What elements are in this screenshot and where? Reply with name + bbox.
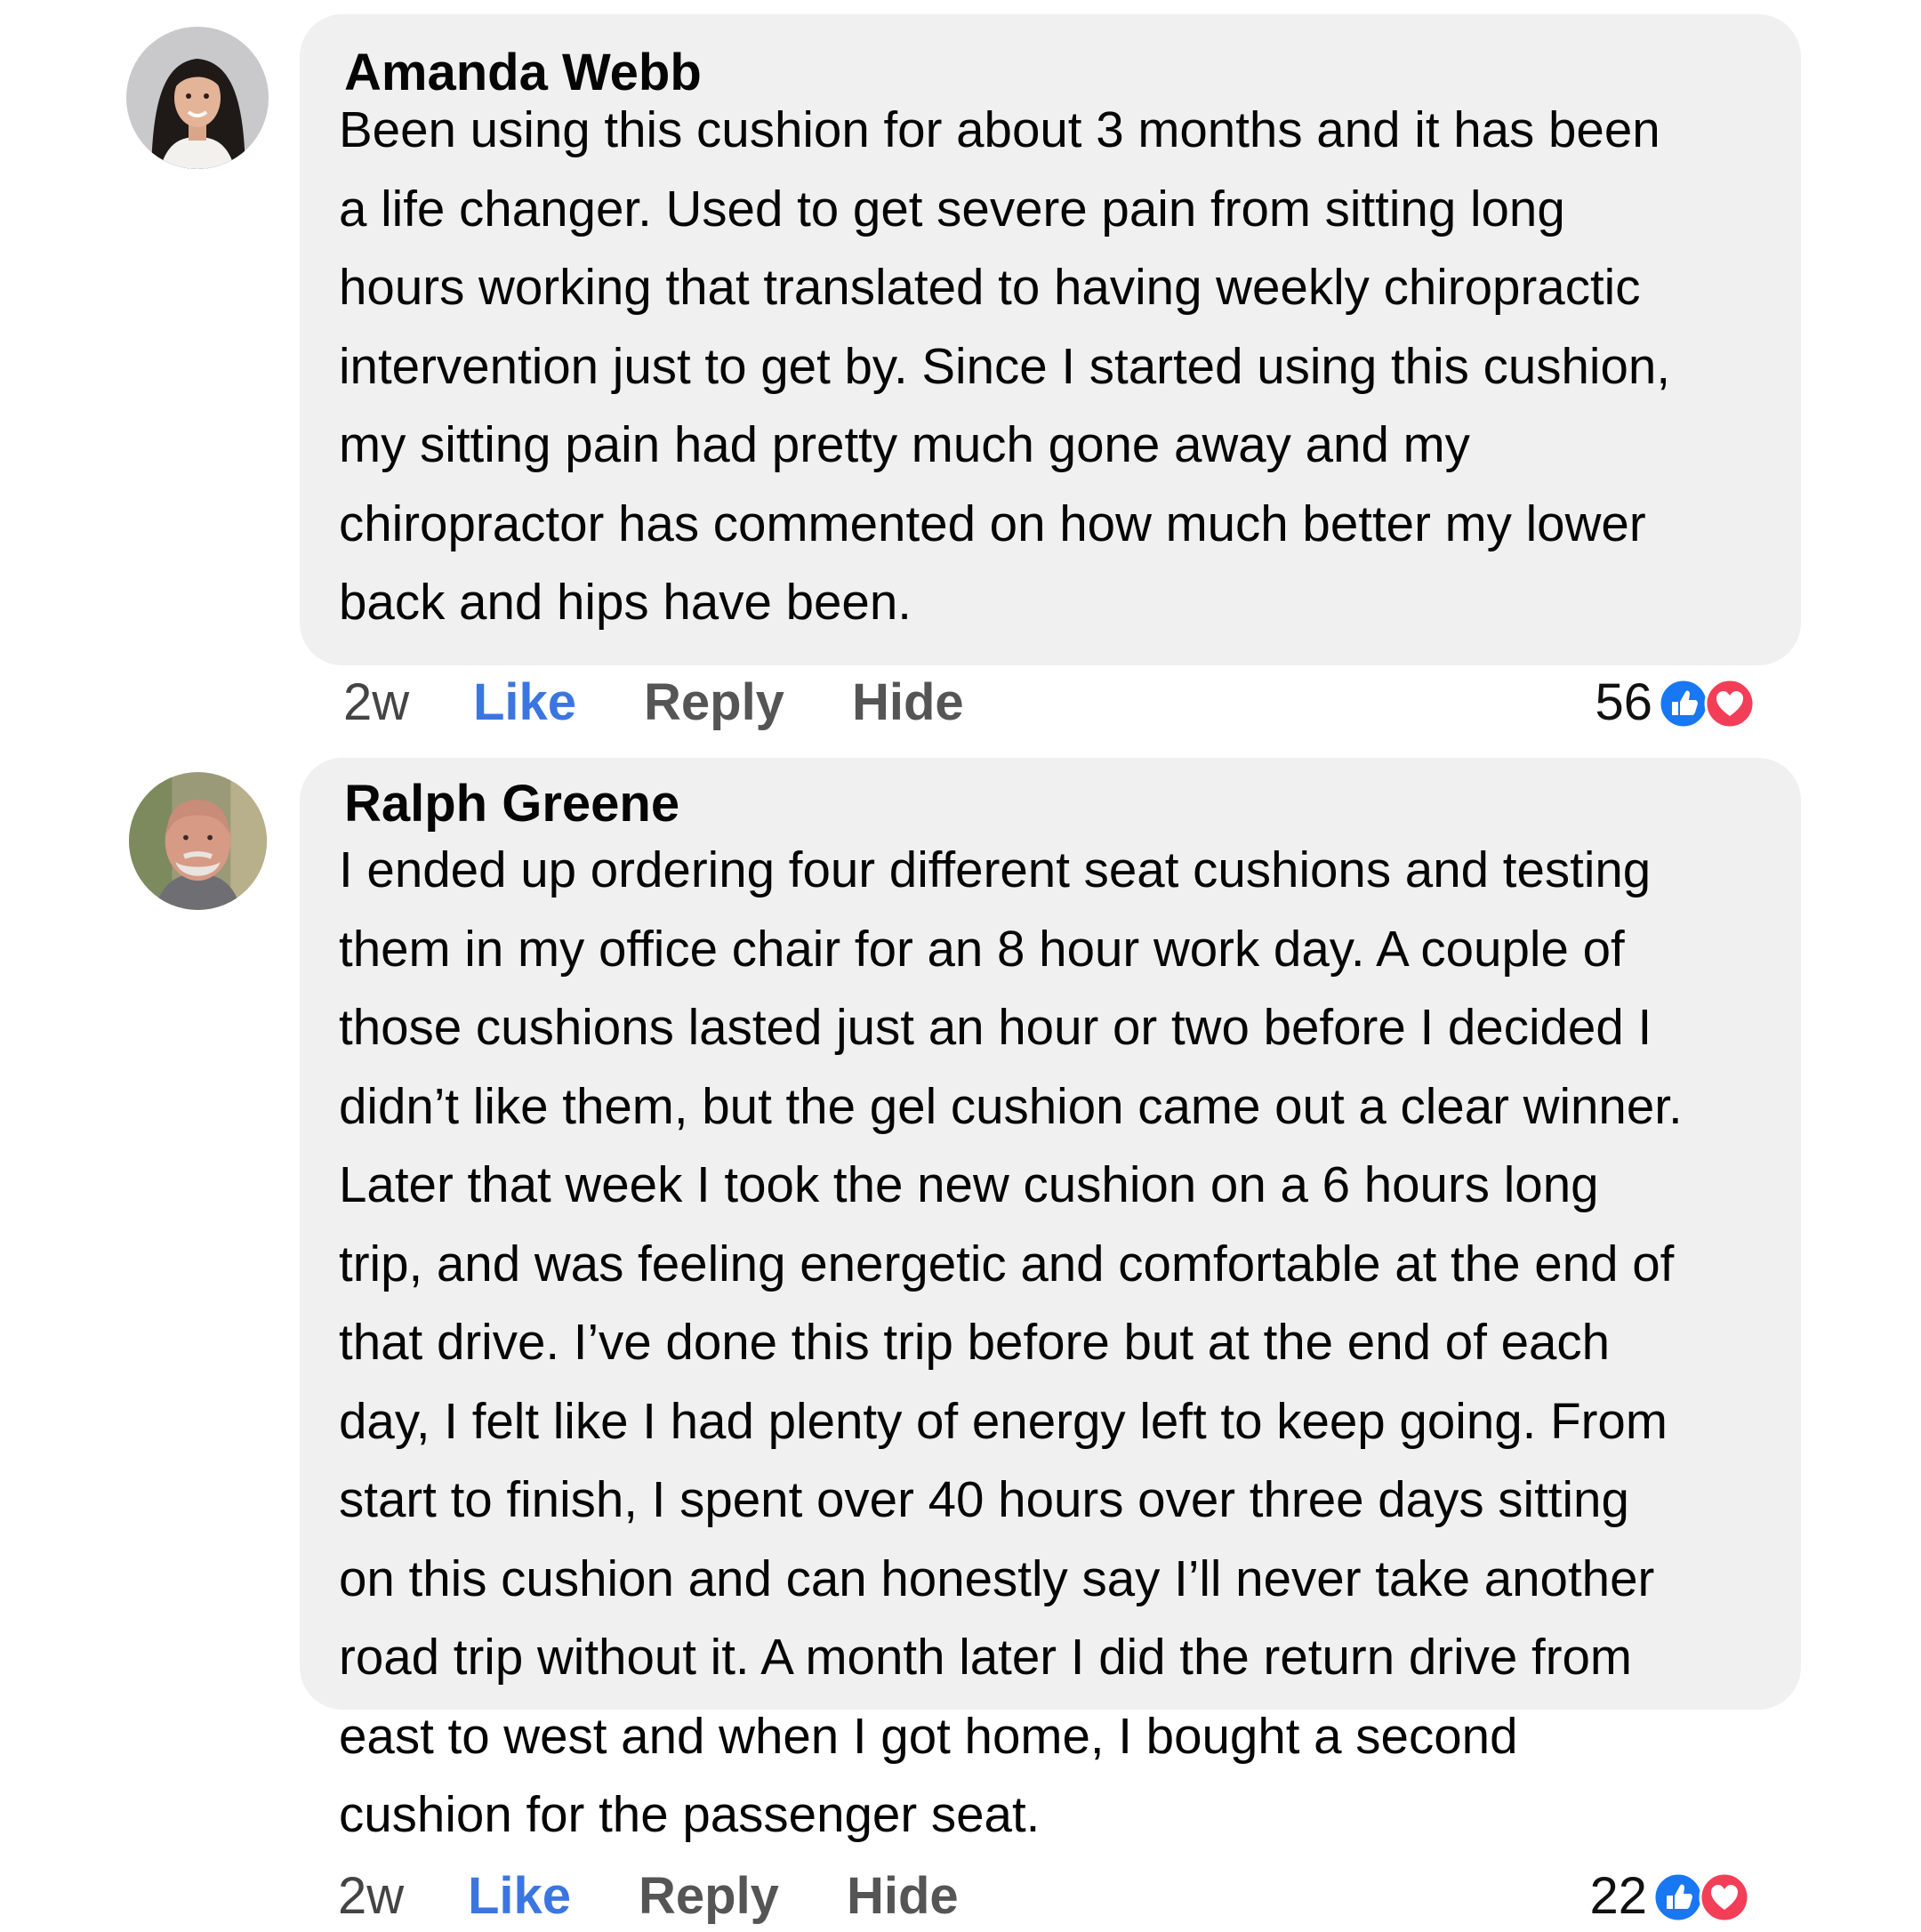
love-icon (1699, 1872, 1750, 1923)
comment-bubble: Ralph Greene I ended up ordering four di… (300, 758, 1801, 1842)
comment-text-line: Later that week I took the new cushion o… (339, 1156, 1599, 1212)
like-icon (1658, 678, 1709, 729)
comment-text: Been using this cushion for about 3 mont… (339, 91, 1806, 642)
avatar[interactable] (129, 772, 267, 910)
comment-text-line: back and hips have been. (339, 574, 912, 630)
comment-actions: 2w Like Reply Hide 22 (0, 1861, 1921, 1932)
love-icon (1704, 678, 1756, 729)
comment-actions: 2w Like Reply Hide 56 (0, 667, 1921, 738)
comment-text-line: a life changer. Used to get severe pain … (339, 180, 1565, 237)
avatar-photo-man (129, 772, 267, 910)
reply-button[interactable]: Reply (639, 1861, 779, 1932)
reaction-summary[interactable]: 22 (1578, 1861, 1761, 1932)
hide-button[interactable]: Hide (847, 1861, 959, 1932)
comment-text-line: hours working that translated to having … (339, 259, 1641, 315)
comment-timestamp[interactable]: 2w (338, 1861, 404, 1932)
comment-text-line: cushion for the passenger seat. (339, 1786, 1041, 1842)
hide-button[interactable]: Hide (852, 667, 964, 738)
comment-text: I ended up ordering four different seat … (339, 831, 1806, 1855)
comment-text-line: east to west and when I got home, I boug… (339, 1707, 1518, 1764)
comment-text-line: that drive. I’ve done this trip before b… (339, 1314, 1611, 1370)
comment-text-line: start to finish, I spent over 40 hours o… (339, 1471, 1629, 1527)
comment-text-line: my sitting pain had pretty much gone awa… (339, 416, 1470, 472)
reaction-summary[interactable]: 56 (1583, 667, 1766, 738)
comment: Ralph Greene I ended up ordering four di… (0, 738, 1921, 1925)
comment-text-line: them in my office chair for an 8 hour wo… (339, 920, 1625, 977)
comment-text-line: road trip without it. A month later I di… (339, 1629, 1632, 1685)
comment-text-line: on this cushion and can honestly say I’l… (339, 1550, 1655, 1606)
comment-text-line: I ended up ordering four different seat … (339, 841, 1652, 898)
comment-text-line: those cushions lasted just an hour or tw… (339, 999, 1652, 1055)
comment-text-line: trip, and was feeling energetic and comf… (339, 1235, 1675, 1292)
comment-text-line: didn’t like them, but the gel cushion ca… (339, 1077, 1683, 1134)
avatar-photo-woman (126, 27, 269, 169)
comment-bubble: Amanda Webb Been using this cushion for … (300, 14, 1801, 665)
comment-text-line: intervention just to get by. Since I sta… (339, 337, 1671, 394)
comment-text-line: Been using this cushion for about 3 mont… (339, 101, 1660, 157)
comment-timestamp[interactable]: 2w (343, 667, 409, 738)
like-button[interactable]: Like (468, 1861, 571, 1932)
like-button[interactable]: Like (473, 667, 576, 738)
reaction-count: 56 (1595, 673, 1652, 731)
comment: Amanda Webb Been using this cushion for … (0, 0, 1921, 738)
like-icon (1652, 1872, 1704, 1923)
reaction-count: 22 (1589, 1867, 1647, 1925)
comment-text-line: chiropractor has commented on how much b… (339, 495, 1646, 551)
reply-button[interactable]: Reply (644, 667, 784, 738)
comment-author[interactable]: Ralph Greene (344, 774, 679, 834)
comment-text-line: day, I felt like I had plenty of energy … (339, 1392, 1668, 1449)
avatar[interactable] (126, 27, 269, 169)
